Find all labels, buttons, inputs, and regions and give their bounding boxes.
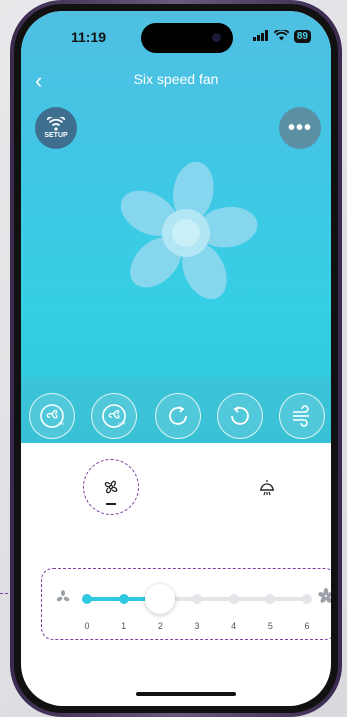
status-time: 11:19 — [71, 29, 107, 45]
function-row — [21, 443, 331, 533]
light-icon — [260, 480, 274, 496]
page-title: Six speed fan — [133, 71, 219, 87]
speed-tick-label: 5 — [267, 621, 273, 631]
fan-large-icon — [317, 587, 331, 610]
rotate-clockwise-button[interactable] — [155, 393, 201, 439]
mode-button-row: ON OFF — [29, 393, 331, 439]
phone-frame: 11:19 89 ‹ Six speed fan SETUP ••• ON OF… — [10, 0, 342, 717]
wifi-icon — [47, 117, 65, 131]
app-screen: 11:19 89 ‹ Six speed fan SETUP ••• ON OF… — [21, 11, 331, 706]
status-bar: 11:19 89 — [21, 11, 331, 55]
on-caption: ON — [58, 421, 64, 426]
fan-illustration — [120, 161, 258, 300]
speed-tick-label: 6 — [304, 621, 310, 631]
selected-indicator — [106, 503, 116, 505]
rotate-clockwise-icon — [169, 406, 187, 425]
speed-step-0[interactable] — [82, 594, 92, 604]
speed-tick-label: 0 — [84, 621, 90, 631]
speed-step-5[interactable] — [265, 594, 276, 604]
wind-icon — [293, 405, 309, 427]
speed-tick-label: 1 — [121, 621, 127, 631]
signal-icon — [252, 28, 269, 44]
speed-step-1[interactable] — [118, 594, 129, 604]
phone-bezel: 11:19 89 ‹ Six speed fan SETUP ••• ON OF… — [14, 4, 338, 713]
setup-label: SETUP — [44, 132, 68, 139]
wifi-status-icon — [273, 28, 290, 44]
speed-slider[interactable]: 0 1 2 3 4 5 6 — [55, 577, 331, 637]
speed-step-4[interactable] — [228, 594, 239, 604]
camera-icon — [212, 33, 221, 42]
dynamic-island — [141, 23, 233, 53]
navigation-bar: ‹ Six speed fan — [21, 70, 331, 95]
fan-on-button[interactable]: ON — [29, 393, 75, 439]
rotate-counterclockwise-button[interactable] — [217, 393, 263, 439]
setup-button[interactable]: SETUP — [35, 107, 77, 149]
wind-mode-button[interactable] — [279, 393, 325, 439]
fan-small-icon — [55, 589, 71, 610]
rotate-counterclockwise-icon — [231, 406, 249, 425]
more-options-button[interactable]: ••• — [279, 107, 321, 149]
off-caption: OFF — [118, 421, 127, 426]
more-icon: ••• — [287, 116, 312, 139]
fan-icon — [104, 480, 118, 494]
home-indicator — [136, 692, 236, 696]
fan-off-button[interactable]: OFF — [91, 393, 137, 439]
fan-on-icon: ON — [40, 404, 64, 428]
speed-step-6[interactable] — [302, 594, 312, 604]
speed-tick-label: 2 — [157, 621, 163, 631]
fan-function-button[interactable] — [101, 477, 121, 505]
fan-off-icon: OFF — [102, 404, 127, 428]
status-indicators: 89 — [252, 28, 311, 44]
battery-indicator: 89 — [293, 29, 311, 43]
speed-slider-knob[interactable] — [145, 584, 176, 614]
speed-tick-label: 3 — [194, 621, 200, 631]
chevron-left-icon[interactable]: ‹ — [35, 70, 42, 92]
speed-tick-label: 4 — [231, 621, 237, 631]
light-function-button[interactable] — [257, 479, 277, 497]
speed-step-3[interactable] — [192, 594, 202, 604]
